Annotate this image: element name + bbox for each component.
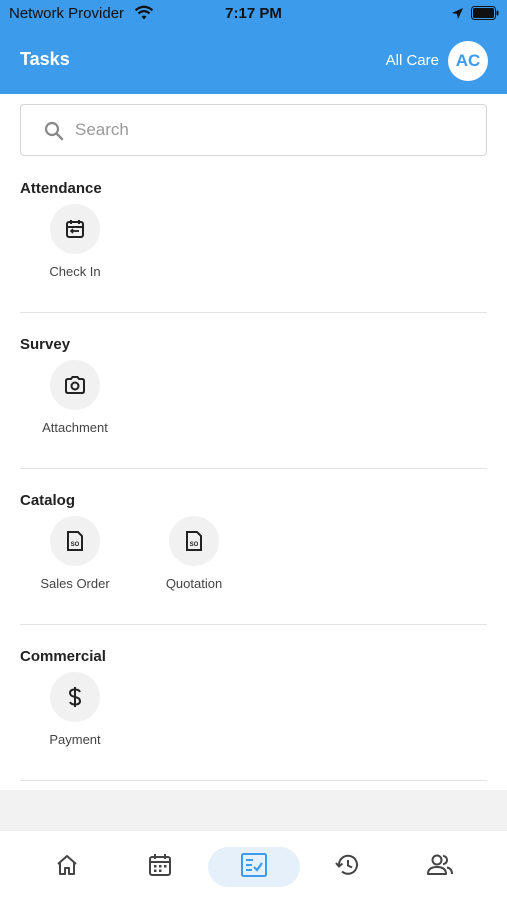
bottom-nav xyxy=(0,830,507,900)
avatar[interactable]: AC xyxy=(448,41,488,81)
document-so-icon: SO xyxy=(169,516,219,566)
home-icon xyxy=(55,854,79,881)
nav-home[interactable] xyxy=(37,847,97,887)
nav-history[interactable] xyxy=(317,847,377,887)
payment-button[interactable]: Payment xyxy=(20,672,130,752)
tile-label: Quotation xyxy=(165,576,223,591)
task-list: Attendance Check In Survey xyxy=(0,94,507,790)
section-heading: Catalog xyxy=(20,492,76,509)
document-so-icon: SO xyxy=(50,516,100,566)
section-attendance: Attendance Check In xyxy=(0,180,507,336)
section-commercial: Commercial Payment xyxy=(0,648,507,804)
search-box[interactable] xyxy=(20,104,487,156)
nav-tasks[interactable] xyxy=(208,847,300,887)
section-heading: Commercial xyxy=(20,648,106,665)
section-heading: Survey xyxy=(20,336,71,353)
search-input[interactable] xyxy=(75,115,455,145)
search-icon xyxy=(43,120,65,147)
contacts-icon xyxy=(426,853,454,882)
section-heading: Attendance xyxy=(20,180,102,197)
clock: 7:17 PM xyxy=(225,5,282,22)
svg-text:SO: SO xyxy=(71,542,80,548)
quotation-button[interactable]: SO Quotation xyxy=(139,516,249,596)
status-bar: Network Provider 7:17 PM xyxy=(0,0,507,28)
section-catalog: Catalog SO Sales Order SO Quotation xyxy=(0,492,507,648)
location-arrow-icon xyxy=(451,7,464,25)
svg-text:SO: SO xyxy=(190,542,199,548)
section-survey: Survey Attachment xyxy=(0,336,507,492)
app-header: Tasks All Care AC xyxy=(0,28,507,94)
dollar-icon xyxy=(50,672,100,722)
divider xyxy=(20,624,487,625)
company-name[interactable]: All Care xyxy=(386,52,439,69)
sales-order-button[interactable]: SO Sales Order xyxy=(20,516,130,596)
divider xyxy=(20,468,487,469)
calendar-icon xyxy=(148,853,172,882)
battery-icon xyxy=(471,6,499,25)
history-icon xyxy=(334,853,360,882)
tile-label: Check In xyxy=(49,264,101,279)
attachment-button[interactable]: Attachment xyxy=(20,360,130,440)
tasks-icon xyxy=(241,852,267,882)
nav-calendar[interactable] xyxy=(130,847,190,887)
divider xyxy=(20,312,487,313)
divider xyxy=(20,780,487,781)
page-title: Tasks xyxy=(20,49,70,69)
tile-label: Attachment xyxy=(42,420,108,435)
check-in-button[interactable]: Check In xyxy=(20,204,130,284)
tile-label: Sales Order xyxy=(40,576,110,591)
camera-icon xyxy=(50,360,100,410)
nav-contacts[interactable] xyxy=(410,847,470,887)
tile-label: Payment xyxy=(49,732,101,747)
calendar-check-icon xyxy=(50,204,100,254)
